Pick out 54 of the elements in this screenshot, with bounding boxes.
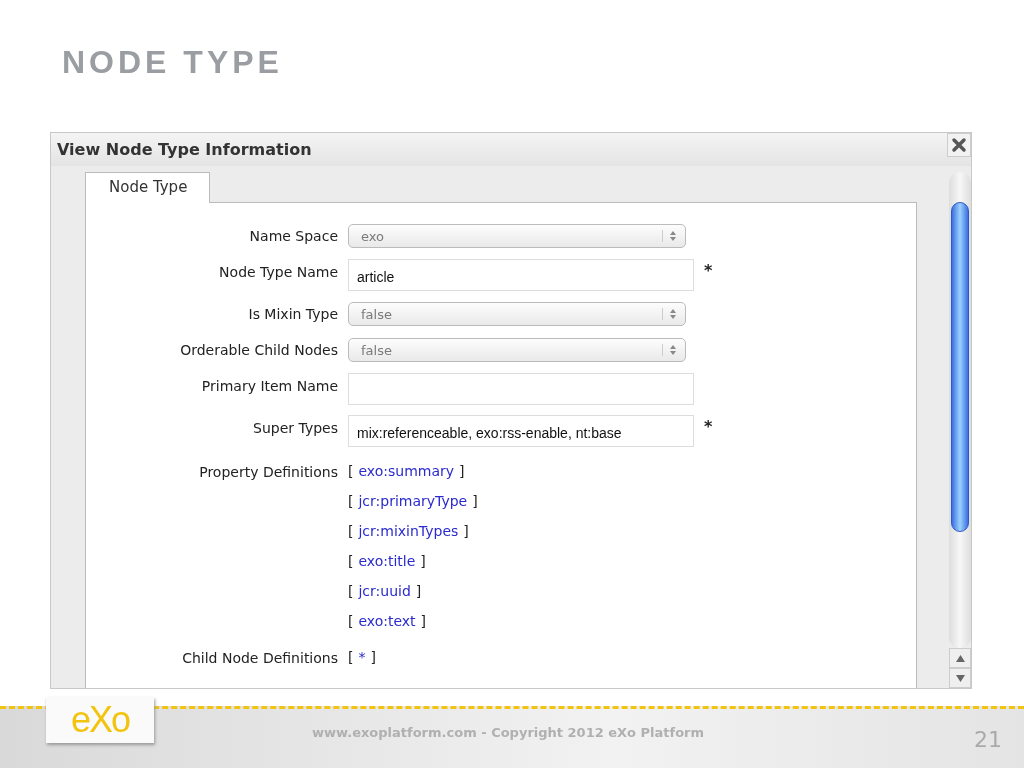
scroll-up-button[interactable] [949,648,971,668]
window-title: View Node Type Information [57,140,312,159]
page-number: 21 [974,727,1002,752]
definition-link[interactable]: jcr:mixinTypes [358,519,459,543]
definition-link[interactable]: jcr:uuid [358,579,411,603]
bracket-text: ] [420,612,427,631]
definition-link[interactable]: exo:text [358,609,416,633]
close-icon [951,137,967,153]
stepper-arrows-icon [662,230,677,242]
field-label: Orderable Child Nodes [179,341,339,360]
bracket-text: ] [472,492,478,511]
field-label: Property Definitions [198,463,339,482]
down-arrow-icon [955,674,965,682]
text-input-field[interactable]: mix:referenceable, exo:rss-enable, nt:base [348,415,694,447]
field-label: Name Space [248,227,339,246]
field-label: Node Type Name [218,263,339,282]
required-mark: * [704,416,713,438]
bracket-text: [ [348,522,354,541]
field-label: Super Types [252,419,339,438]
field-label: Is Mixin Type [247,305,339,324]
slide-title: NODE TYPE [62,44,284,82]
bracket-text: [ [348,462,354,481]
bracket-text: [ [348,492,354,511]
definition-link[interactable]: jcr:primaryType [358,489,468,513]
stepper-arrows-icon [662,344,677,356]
definition-link[interactable]: exo:summary [358,459,455,483]
bracket-text: [ [348,648,354,667]
bracket-text: [ [348,612,354,631]
field-label: Child Node Definitions [181,649,339,668]
copyright-text: www.exoplatform.com - Copyright 2012 eXo Platform [312,725,705,740]
scrollbar[interactable] [949,172,971,688]
definition-link[interactable]: exo:title [358,549,416,573]
text-input-field[interactable]: article [348,259,694,291]
bracket-text: ] [370,648,376,667]
stepper-arrows-icon [662,308,677,320]
logo: eXo [46,697,154,743]
dropdown-field[interactable]: false [348,338,686,362]
bracket-text: ] [415,582,422,601]
scrollbar-thumb[interactable] [951,202,969,532]
text-input-field[interactable] [348,373,694,405]
tab[interactable]: Node Type [85,172,211,203]
close-button[interactable] [947,133,971,157]
bracket-text: ] [459,462,465,481]
bracket-text: [ [348,582,354,601]
required-mark: * [704,260,713,282]
bracket-text: [ [348,552,354,571]
field-label: Primary Item Name [200,377,339,396]
dropdown-field[interactable]: exo [348,224,686,248]
bracket-text: ] [420,552,426,571]
bracket-text: ] [463,522,469,541]
dropdown-field[interactable]: false [348,302,686,326]
scroll-down-button[interactable] [949,668,971,688]
up-arrow-icon [955,654,965,662]
definition-link[interactable]: * [358,645,366,669]
